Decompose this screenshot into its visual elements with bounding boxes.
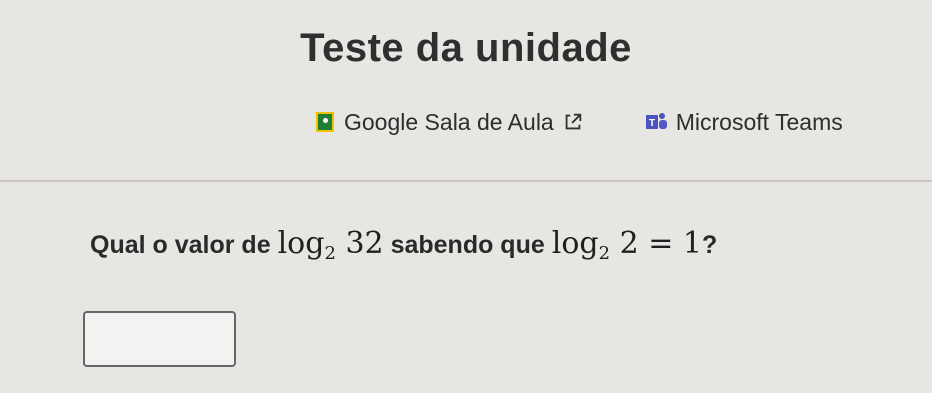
math-expression-1: log2 32	[277, 226, 384, 264]
google-classroom-link[interactable]: Google Sala de Aula	[316, 109, 584, 136]
external-link-icon	[565, 113, 581, 130]
microsoft-teams-link[interactable]: T Microsoft Teams	[644, 109, 843, 136]
google-classroom-icon	[316, 112, 334, 132]
expr2-base: 2	[598, 243, 611, 264]
expr2-fn: log	[551, 226, 599, 261]
expr2-rest: 2 = 1	[619, 226, 702, 261]
question-middle: sabendo que	[383, 231, 552, 259]
question-prefix: Qual o valor de	[90, 231, 278, 259]
share-row: Google Sala de Aula T Microsoft Teams	[316, 104, 932, 140]
question-text: Qual o valor de log2 32 sabendo que log2…	[90, 226, 717, 264]
divider	[0, 180, 932, 182]
expr1-fn: log	[277, 226, 325, 261]
expr1-base: 2	[324, 243, 336, 264]
question-suffix: ?	[701, 231, 718, 259]
svg-text:T: T	[649, 118, 655, 129]
microsoft-teams-label: Microsoft Teams	[675, 108, 843, 135]
microsoft-teams-icon: T	[645, 113, 667, 129]
expr1-arg: 32	[345, 226, 384, 261]
answer-input[interactable]	[83, 311, 236, 367]
google-classroom-label: Google Sala de Aula	[344, 108, 554, 135]
page-title: Teste da unidade	[300, 26, 632, 70]
math-expression-2: log2 2 = 1	[551, 226, 702, 264]
